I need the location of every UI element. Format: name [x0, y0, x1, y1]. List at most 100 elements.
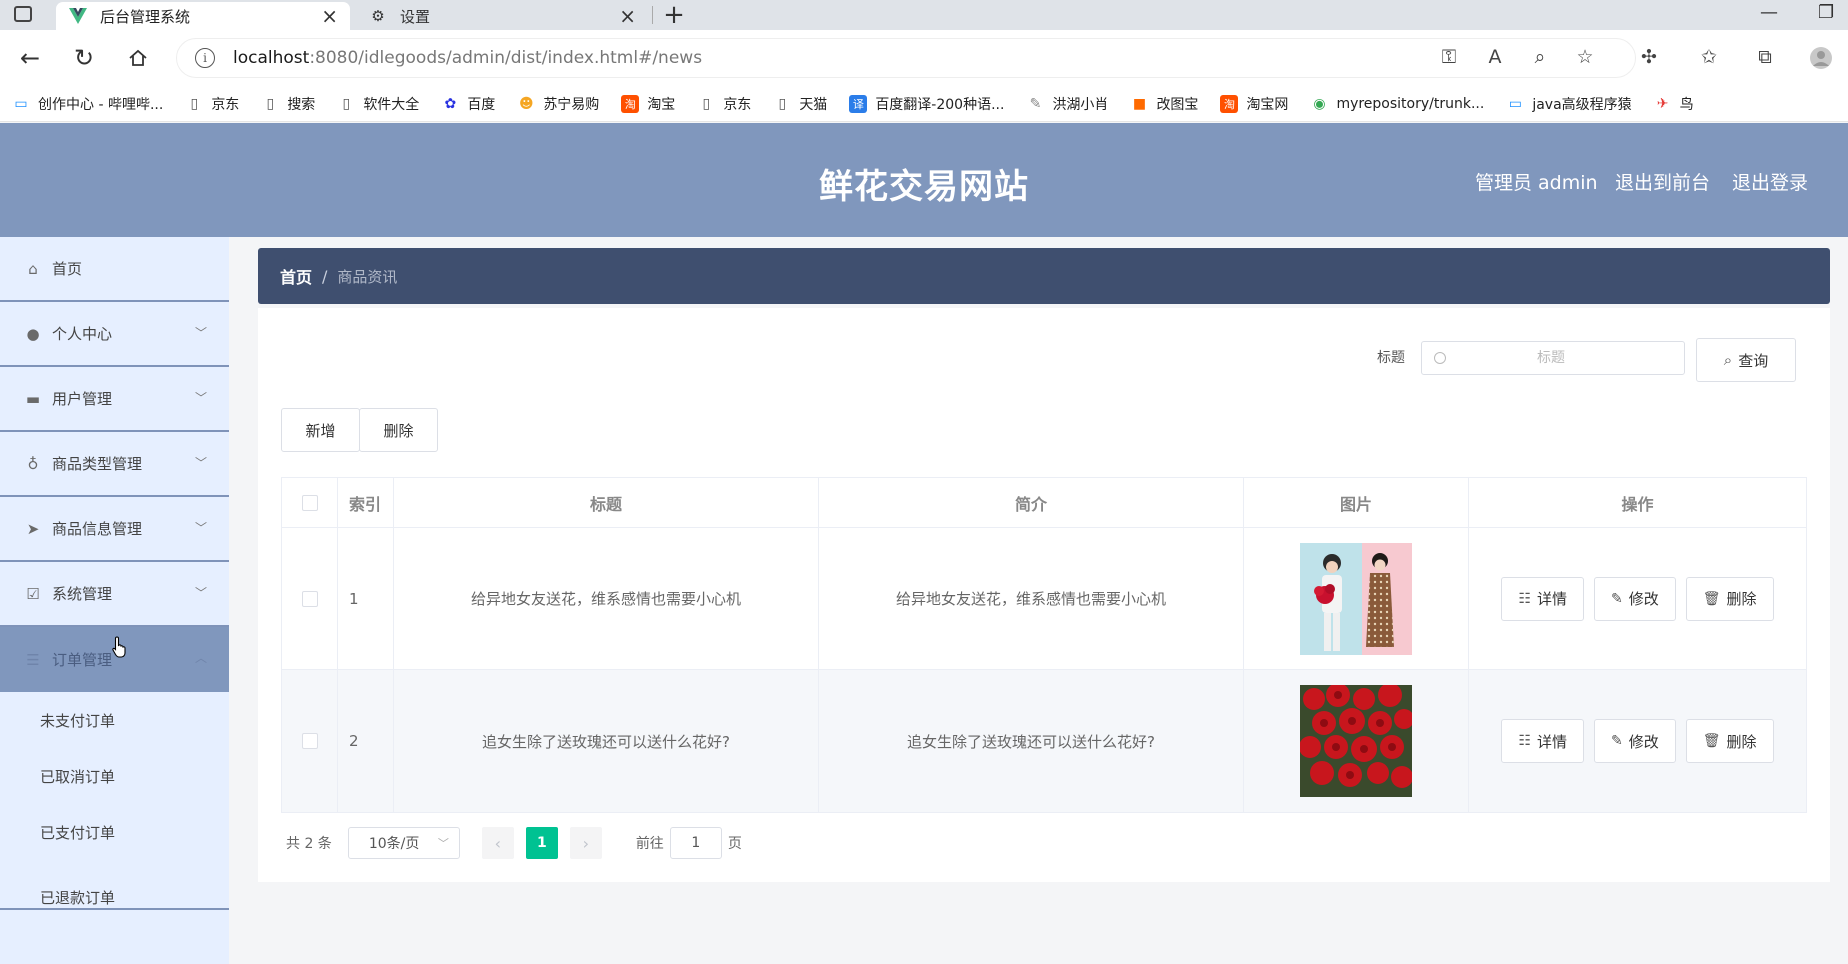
goto-suffix: 页 — [727, 836, 742, 852]
row-intro: 追女生除了送玫瑰还可以送什么花好? — [819, 670, 1244, 812]
sidebar-item-category-management[interactable]: ♁ 商品类型管理 ﹀ — [0, 432, 229, 497]
page-number-current[interactable]: 1 — [525, 827, 558, 859]
key-icon[interactable]: ⚿ — [1436, 46, 1462, 68]
gear-icon: ⚙ — [371, 7, 385, 25]
query-button[interactable]: ⌕ 查询 — [1696, 338, 1796, 382]
sidebar-subitem-unpaid-orders[interactable]: 未支付订单 — [0, 692, 229, 748]
page-icon: ▯ — [190, 95, 199, 112]
tv-icon: ▭ — [1508, 95, 1522, 112]
page-icon: ▯ — [702, 95, 711, 112]
edit-button[interactable]: ✎ 修改 — [1594, 576, 1676, 621]
add-favorite-icon[interactable]: ☆ — [1572, 46, 1598, 68]
goto-page-input[interactable] — [669, 827, 722, 859]
info-icon[interactable]: i — [195, 48, 215, 68]
favorites-icon[interactable]: ✩ — [1696, 46, 1722, 68]
row-checkbox[interactable] — [301, 590, 318, 607]
row-delete-button[interactable]: 🗑 删除 — [1685, 576, 1774, 621]
delete-button[interactable]: 删除 — [359, 408, 438, 452]
sidebar-item-home[interactable]: ⌂ 首页 — [0, 237, 229, 302]
bookmark-label: 天猫 — [799, 96, 828, 113]
profile-avatar[interactable] — [1808, 46, 1834, 75]
delete-label: 删除 — [1726, 732, 1757, 751]
bookmark-label: 创作中心 - 哔哩哔... — [38, 96, 164, 113]
bookmark-item[interactable]: ▭ java高级程序猿 — [1506, 94, 1632, 114]
exit-to-front-link[interactable]: 退出到前台 — [1615, 168, 1710, 195]
row-checkbox-cell — [282, 528, 338, 669]
bookmark-item[interactable]: ✈ 鸟 — [1654, 94, 1694, 114]
sidebar-subitem-refunded-orders[interactable]: 已退款订单 — [0, 860, 229, 910]
search-icon — [1434, 352, 1446, 364]
tab-title: 设置 — [400, 7, 431, 26]
pagination: 共 2 条 10条/页 ﹀ ‹ 1 › 前往 页 — [286, 826, 742, 860]
next-page-icon[interactable]: › — [569, 827, 602, 859]
bookmarks-bar: ▭ 创作中心 - 哔哩哔... ▯ 京东 ▯ 搜索 ▯ 软件大全 ✿ 百度 ☻ 苏宁易购淘淘宝 ▯ 京东 ▯… — [0, 86, 1848, 122]
sidebar-item-user-management[interactable]: ▬ 用户管理 ﹀ — [0, 367, 229, 432]
add-button[interactable]: 新增 — [281, 408, 360, 452]
back-icon[interactable]: ← — [14, 42, 46, 74]
select-all-checkbox[interactable] — [301, 494, 318, 511]
bookmark-label: java高级程序猿 — [1532, 96, 1632, 113]
chrome-icon: ◉ — [1313, 95, 1326, 112]
header-title: 标题 — [394, 478, 819, 527]
bookmark-item[interactable]: ▯ 京东 — [185, 94, 239, 114]
tab-actions-icon[interactable] — [14, 6, 32, 22]
page-size-select[interactable]: 10条/页 ﹀ — [347, 827, 460, 859]
bookmark-item[interactable]: ■ 改图宝 — [1130, 94, 1199, 114]
sidebar-item-label: 系统管理 — [52, 585, 113, 603]
browser-tab-settings[interactable]: ⚙ 设置 × — [356, 2, 648, 30]
row-index: 1 — [338, 528, 394, 669]
row-checkbox[interactable] — [301, 733, 318, 749]
row-delete-button[interactable]: 🗑 删除 — [1685, 719, 1774, 763]
browser-tab-active[interactable]: 后台管理系统 × — [56, 2, 350, 30]
tab-close-icon[interactable]: × — [321, 6, 338, 26]
bookmark-item[interactable]: ▯ 软件大全 — [337, 94, 419, 114]
breadcrumb-home[interactable]: 首页 — [280, 264, 312, 288]
app-header: 鲜花交易网站 管理员 admin 退出到前台 退出登录 — [0, 123, 1848, 237]
trash-icon: 🗑 — [1702, 733, 1721, 749]
bookmark-label: 淘宝 — [647, 96, 676, 113]
bookmark-item[interactable]: 淘淘宝网 — [1220, 94, 1288, 114]
refresh-icon[interactable]: ↻ — [68, 42, 100, 74]
bookmark-item[interactable]: ✿ 百度 — [441, 94, 495, 114]
url-host: localhost — [233, 48, 310, 68]
sidebar-item-goods-management[interactable]: ➤ 商品信息管理 ﹀ — [0, 497, 229, 562]
pagination-total: 共 2 条 — [286, 836, 332, 852]
bookmark-item[interactable]: 译百度翻译-200种语... — [849, 94, 1004, 114]
url-field[interactable]: i localhost:8080/idlegoods/admin/dist/in… — [176, 38, 1636, 78]
edit-button[interactable]: ✎ 修改 — [1594, 719, 1676, 763]
tab-close-icon[interactable]: × — [619, 6, 636, 26]
detail-button[interactable]: ☷ 详情 — [1501, 576, 1585, 621]
logout-link[interactable]: 退出登录 — [1732, 168, 1808, 195]
collections-icon[interactable]: ⧉ — [1752, 46, 1778, 68]
bookmark-item[interactable]: ▯ 京东 — [697, 94, 751, 114]
search-field[interactable] — [1421, 341, 1685, 375]
sidebar-subitem-cancelled-orders[interactable]: 已取消订单 — [0, 748, 229, 804]
trash-icon: 🗑 — [1702, 590, 1721, 607]
restore-icon[interactable]: ❐ — [1818, 2, 1834, 23]
breadcrumb-separator: / — [322, 266, 328, 286]
bookmark-item[interactable]: ▭ 创作中心 - 哔哩哔... — [12, 94, 163, 114]
breadcrumb-current: 商品资讯 — [337, 267, 398, 286]
read-aloud-icon[interactable]: A — [1482, 46, 1508, 68]
new-tab-icon[interactable]: + — [660, 0, 688, 30]
bookmark-item[interactable]: ▯ 天猫 — [773, 94, 827, 114]
bookmark-item[interactable]: ▯ 搜索 — [261, 94, 315, 114]
home-icon[interactable] — [122, 42, 154, 74]
sidebar-item-personal-center[interactable]: ● 个人中心 ﹀ — [0, 302, 229, 367]
detail-label: 详情 — [1537, 590, 1568, 608]
extensions-icon[interactable]: ✣ — [1636, 46, 1662, 68]
chevron-down-icon: ﹀ — [194, 326, 207, 340]
delete-label: 删除 — [1726, 590, 1757, 608]
sidebar-subitem-paid-orders[interactable]: 已支付订单 — [0, 804, 229, 860]
query-button-label: 查询 — [1738, 351, 1769, 370]
bookmark-item[interactable]: 淘淘宝 — [621, 94, 675, 114]
zoom-icon[interactable]: ⌕ — [1527, 46, 1553, 68]
detail-button[interactable]: ☷ 详情 — [1501, 719, 1585, 763]
bookmark-item[interactable]: ◉ myrepository/trunk... — [1310, 95, 1484, 113]
minimize-icon[interactable]: — — [1760, 2, 1778, 23]
bookmark-item[interactable]: ✎ 洪湖小肖 — [1026, 94, 1109, 114]
prev-page-icon[interactable]: ‹ — [481, 827, 514, 859]
sidebar-item-system-management[interactable]: ☑ 系统管理 ﹀ — [0, 562, 229, 627]
search-input[interactable] — [1446, 350, 1656, 366]
bookmark-item[interactable]: ☻ 苏宁易购 — [517, 94, 599, 114]
